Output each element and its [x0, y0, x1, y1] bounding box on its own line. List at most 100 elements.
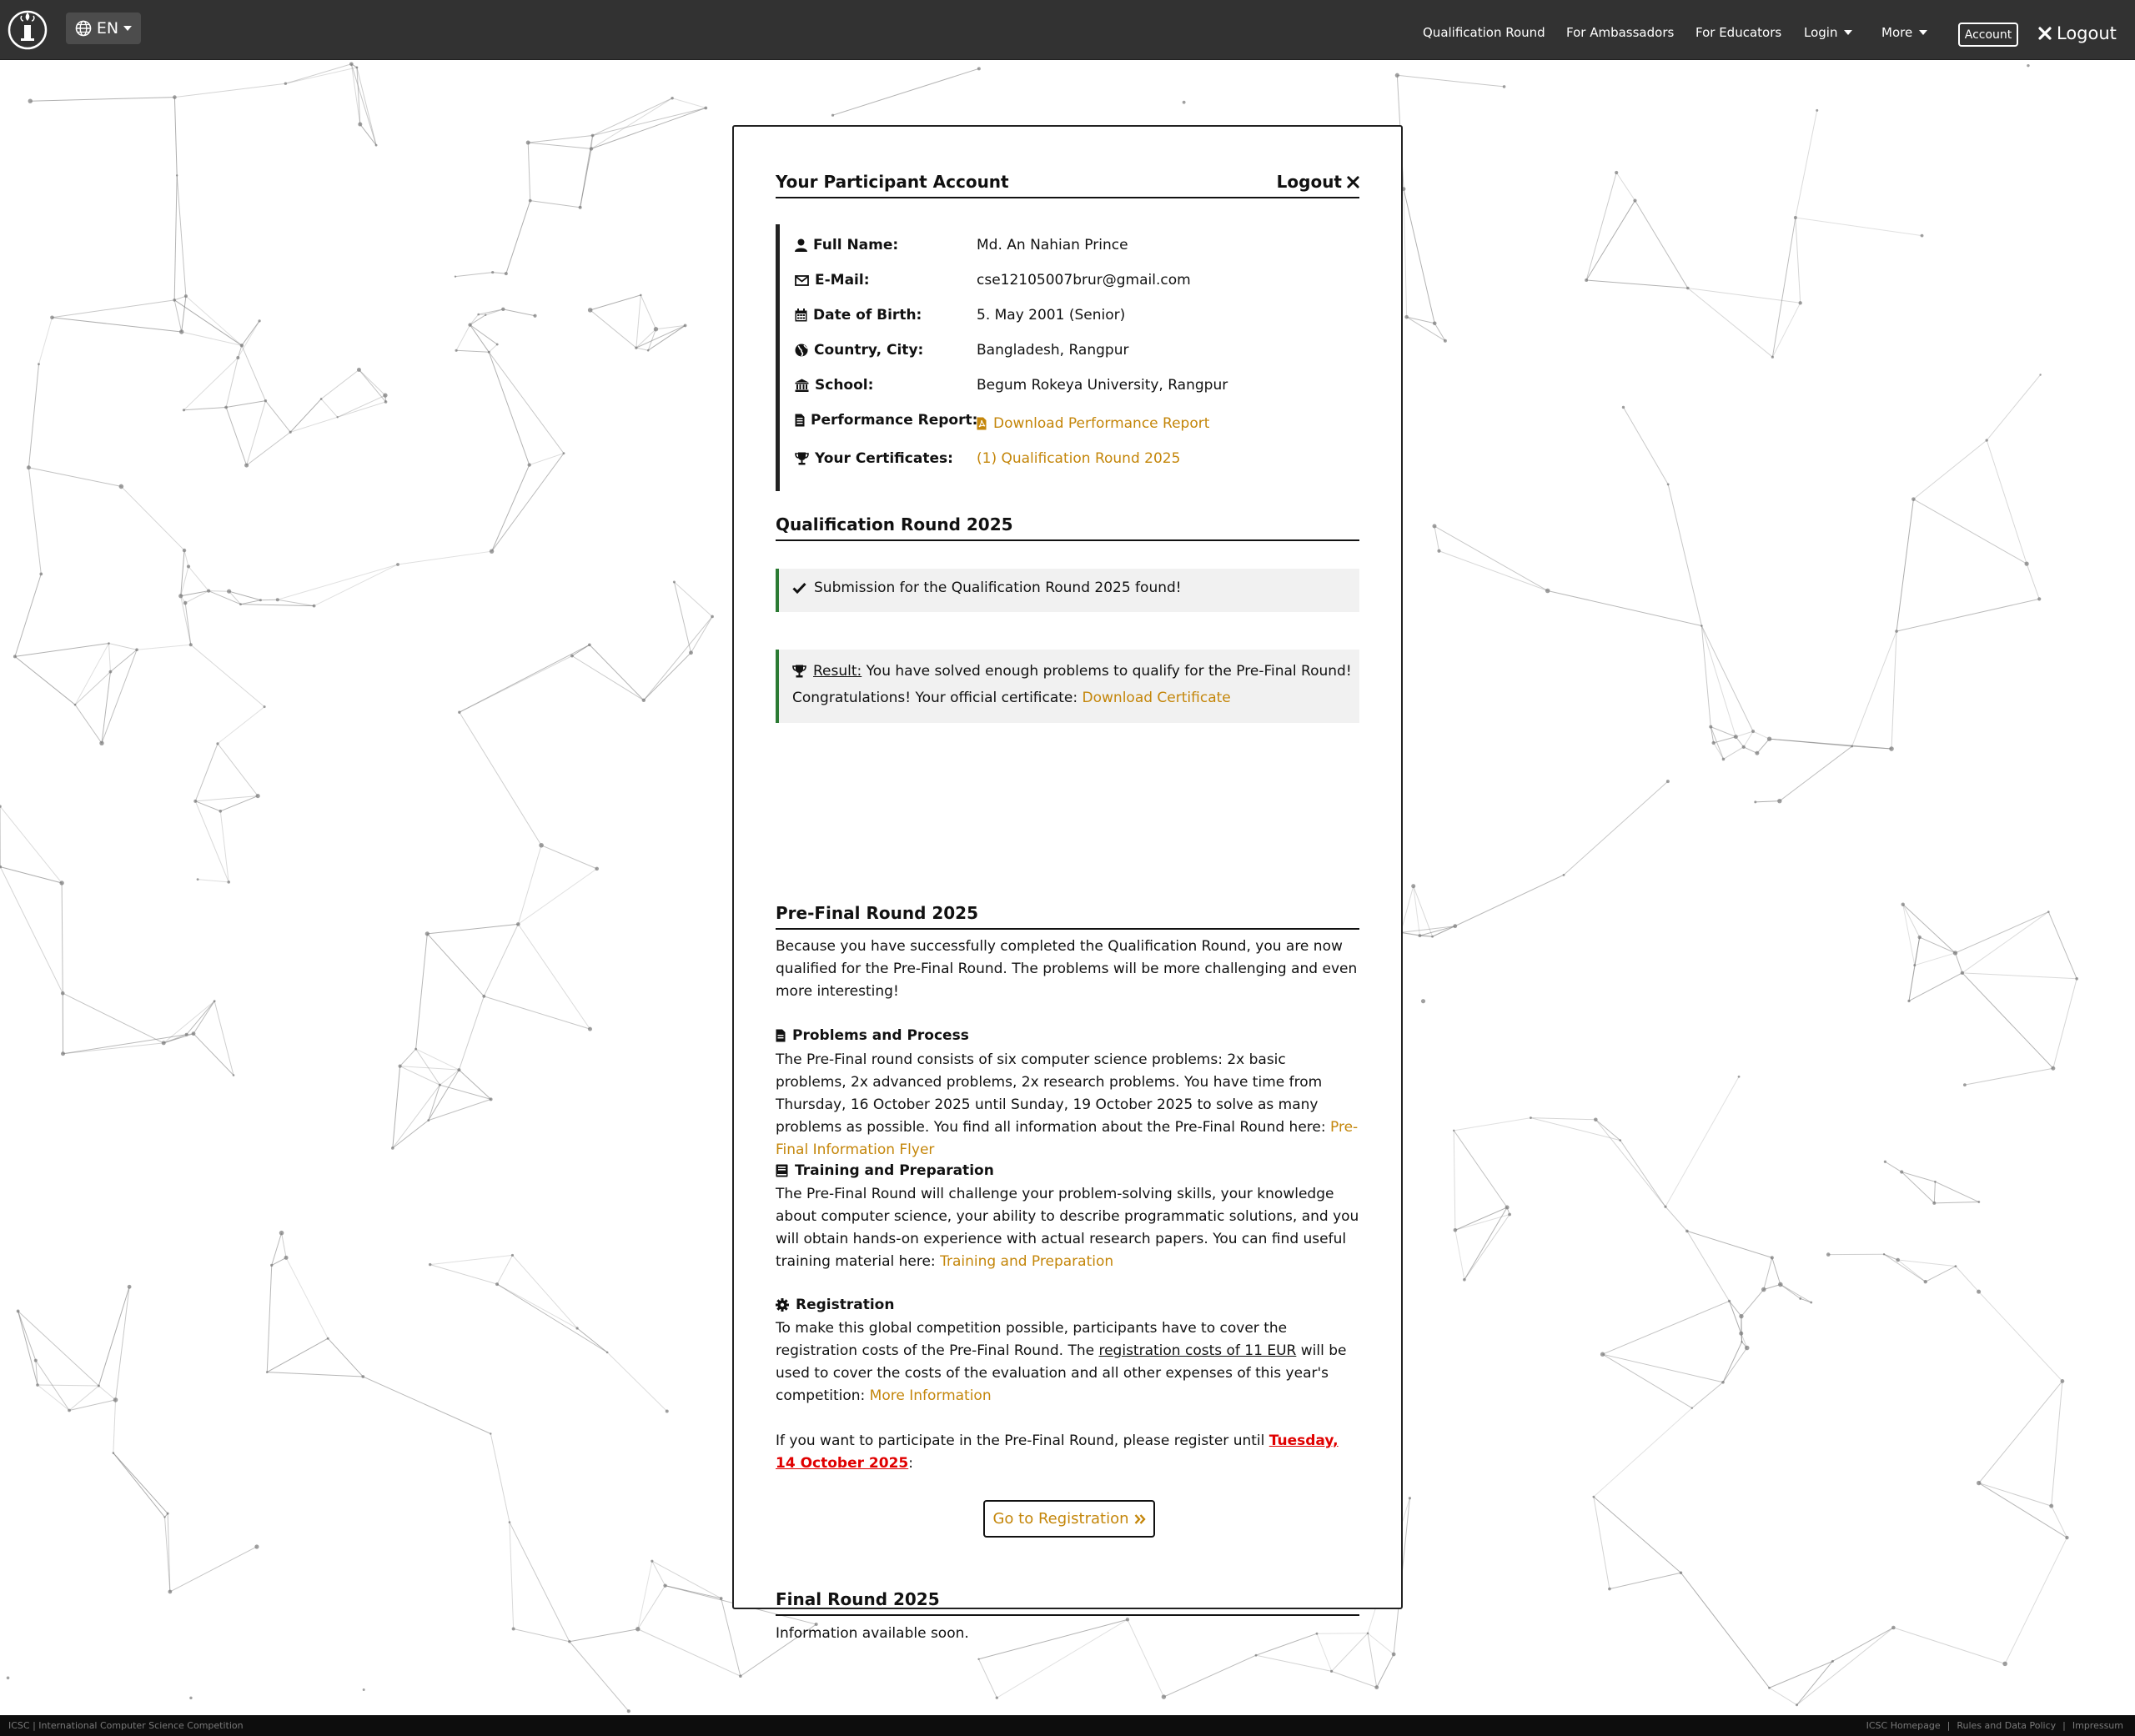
network-line [1723, 746, 1744, 760]
network-line [440, 1069, 460, 1086]
nav-for-ambassadors[interactable]: For Ambassadors [1566, 25, 1674, 40]
network-node [227, 589, 232, 594]
network-line [1602, 1353, 1693, 1409]
network-node [361, 1375, 365, 1378]
network-line [426, 933, 485, 997]
network-line [198, 879, 229, 883]
network-line [1978, 1483, 2052, 1507]
network-line [430, 1264, 498, 1285]
network-node [458, 710, 461, 714]
icsc-logo-icon[interactable] [7, 8, 48, 50]
network-node [1404, 314, 1409, 319]
network-line [18, 1311, 99, 1387]
network-line [592, 107, 706, 136]
network-node [1977, 1289, 1982, 1294]
deadline-paragraph: If you want to participate in the Pre-Fi… [776, 1430, 1359, 1475]
network-line [174, 295, 187, 301]
network-line [484, 996, 590, 1030]
network-node [516, 922, 520, 926]
network-line [63, 992, 164, 1044]
download-performance-report-link[interactable]: Download Performance Report [977, 415, 1209, 432]
network-line [528, 142, 592, 149]
nav-more-dropdown[interactable]: More [1881, 25, 1928, 40]
network-line [174, 83, 286, 98]
network-node [1700, 625, 1703, 627]
training-link[interactable]: Training and Preparation [940, 1253, 1113, 1270]
network-line [674, 581, 713, 617]
network-node [651, 1559, 654, 1563]
download-certificate-link[interactable]: Download Certificate [1083, 690, 1231, 706]
alert-content: Submission for the Qualification Round 2… [792, 580, 1182, 596]
network-node [13, 655, 17, 659]
network-line [2051, 1381, 2063, 1507]
network-node [455, 349, 458, 352]
language-selector[interactable]: EN [66, 13, 141, 44]
network-line [163, 1033, 194, 1044]
network-line [2052, 978, 2077, 1069]
network-node [1665, 780, 1670, 784]
network-node [495, 1282, 500, 1287]
network-node [1431, 935, 1434, 938]
network-node [1608, 1587, 1611, 1591]
nav-qualification-round[interactable]: Qualification Round [1423, 25, 1545, 40]
network-line [1434, 525, 1548, 591]
network-node [1771, 355, 1774, 359]
language-label: EN [96, 19, 119, 38]
footer-link-homepage[interactable]: ICSC Homepage [1866, 1720, 1941, 1731]
network-line [52, 299, 175, 319]
network-node [168, 1589, 173, 1594]
network-node [1600, 1352, 1605, 1357]
footer-link-rules[interactable]: Rules and Data Policy [1957, 1720, 2056, 1731]
network-node [626, 1709, 630, 1713]
network-node [683, 324, 687, 328]
network-node [73, 703, 77, 706]
network-line [1851, 630, 1897, 747]
network-node [1615, 170, 1619, 175]
network-node [1741, 745, 1746, 749]
network-line [1403, 188, 1435, 324]
network-node [1770, 1256, 1774, 1260]
network-line [1896, 598, 2040, 632]
network-line [571, 655, 645, 701]
network-node [2065, 1535, 2069, 1540]
qualification-round-header: Qualification Round 2025 [776, 513, 1359, 541]
envelope-icon [795, 274, 809, 286]
network-line [635, 347, 649, 351]
nav-login-dropdown[interactable]: Login [1804, 25, 1853, 40]
network-line [1978, 1381, 2063, 1483]
network-line [193, 1001, 215, 1034]
network-node [6, 1676, 10, 1680]
network-node [977, 67, 981, 71]
network-node [1125, 1618, 1130, 1622]
network-line [1722, 1347, 1748, 1383]
network-node [236, 355, 240, 359]
nav-label: More [1881, 25, 1913, 40]
account-button[interactable]: Account [1958, 23, 2018, 47]
account-details: Full Name: Md. An Nahian Prince E-Mail: … [776, 224, 1359, 491]
more-information-link[interactable]: More Information [870, 1387, 992, 1404]
network-line [1454, 1213, 1510, 1231]
institution-icon [795, 379, 809, 392]
network-line [513, 1628, 570, 1643]
nav-for-educators[interactable]: For Educators [1695, 25, 1781, 40]
nav-logout-button[interactable]: Logout [2038, 23, 2117, 43]
network-line [1367, 1633, 1378, 1688]
network-node [511, 1627, 515, 1631]
network-line [488, 352, 530, 465]
file-icon [776, 1029, 786, 1042]
footer-link-impressum[interactable]: Impressum [2072, 1720, 2123, 1731]
network-node [1913, 964, 1916, 967]
result-label: Result: [813, 663, 862, 680]
logout-button[interactable]: Logout [1277, 172, 1359, 192]
network-line [181, 331, 242, 346]
network-node [454, 275, 457, 278]
network-line [185, 295, 243, 346]
registration-title: Registration [796, 1297, 895, 1313]
network-node [1816, 108, 1819, 112]
go-to-registration-button[interactable]: Go to Registration [983, 1500, 1155, 1538]
certificate-link[interactable]: (1) Qualification Round 2025 [977, 450, 1180, 467]
network-line [195, 795, 259, 802]
network-line [1925, 1266, 1957, 1282]
network-line [37, 1384, 99, 1387]
network-line [267, 1337, 329, 1373]
